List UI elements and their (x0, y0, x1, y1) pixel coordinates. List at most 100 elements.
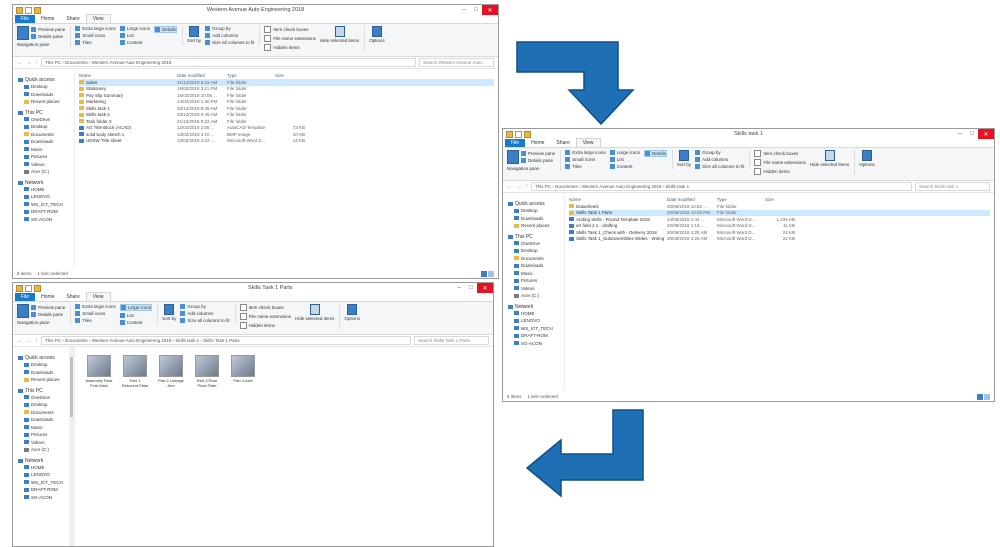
nav-item-network-pc[interactable]: HOME (18, 186, 74, 194)
nav-item-network-pc[interactable]: HOME (18, 464, 74, 472)
file-name-extensions-checkbox[interactable]: File name extensions (239, 313, 291, 320)
large-icons-option[interactable]: Large icons (119, 304, 153, 311)
tiles-option[interactable]: Tiles (75, 318, 116, 323)
nav-item-downloads-pc[interactable]: Downloads (18, 138, 74, 146)
column-header-type[interactable]: Type (717, 197, 765, 202)
nav-item-network-pc[interactable]: WS_ICT_TECH (508, 325, 564, 333)
new-folder-icon[interactable] (34, 284, 41, 292)
nav-item-network-pc[interactable]: DRAFT-ROM (508, 332, 564, 340)
back-arrow-icon[interactable]: ← (507, 184, 513, 190)
close-button[interactable]: ✕ (978, 129, 994, 139)
details-option[interactable]: Details (154, 26, 177, 33)
tiles-option[interactable]: Tiles (565, 164, 606, 169)
file-thumbnail[interactable]: Assembly Rear Fork Main (85, 355, 113, 388)
nav-item-music[interactable]: Music (18, 424, 74, 432)
navigation-pane-button[interactable]: Navigation pane (17, 320, 65, 325)
nav-item-network-pc[interactable]: LENOVO (508, 317, 564, 325)
tab-file[interactable]: File (505, 139, 526, 147)
sort-by-button[interactable]: Sort by (162, 316, 176, 321)
address-bar[interactable]: This PC › Documents › Western Avenue Aut… (531, 182, 912, 191)
details-pane-button[interactable]: Details pane (31, 34, 65, 39)
options-button[interactable]: Options (344, 316, 360, 321)
extra-large-icons-option[interactable]: Extra large icons (75, 304, 116, 309)
small-icons-option[interactable]: Small icons (75, 311, 116, 316)
nav-item-videos[interactable]: Videos (18, 161, 74, 169)
address-bar[interactable]: This PC › Documents › Western Avenue Aut… (41, 58, 416, 67)
nav-item-music[interactable]: Music (508, 270, 564, 278)
tab-share[interactable]: Share (60, 15, 85, 23)
nav-item-network-pc[interactable]: SG-ACON (508, 340, 564, 348)
hide-selected-icon[interactable] (824, 150, 835, 161)
hidden-items-checkbox[interactable]: Hidden items (754, 168, 806, 175)
properties-icon[interactable] (515, 130, 522, 138)
options-icon[interactable] (371, 26, 382, 37)
nav-item-onedrive[interactable]: OneDrive (18, 394, 74, 402)
extra-large-icons-option[interactable]: Extra large icons (565, 150, 606, 155)
details-pane-button[interactable]: Details pane (31, 312, 65, 317)
navigation-pane-icon[interactable] (17, 26, 29, 40)
hide-selected-button[interactable]: Hide selected items (295, 316, 334, 321)
navigation-pane-icon[interactable] (507, 150, 519, 164)
item-check-boxes-checkbox[interactable]: Item check boxes (264, 26, 316, 33)
details-view-icon[interactable] (481, 271, 487, 277)
sort-by-button[interactable]: Sort by (187, 38, 201, 43)
forward-arrow-icon[interactable]: → (516, 184, 522, 190)
new-folder-icon[interactable] (34, 6, 41, 14)
preview-pane-button[interactable]: Preview pane (31, 27, 65, 32)
nav-item-recent[interactable]: Recent places (18, 376, 74, 384)
options-button[interactable]: Options (369, 38, 385, 43)
tab-home[interactable]: Home (35, 293, 60, 301)
hide-selected-icon[interactable] (334, 26, 345, 37)
column-header-size[interactable]: Size (765, 197, 795, 202)
nav-item-drive-c[interactable]: Acer (C:) (18, 446, 74, 454)
nav-item-downloads[interactable]: Downloads (508, 215, 564, 223)
nav-item-pictures[interactable]: Pictures (18, 431, 74, 439)
list-option[interactable]: List (609, 157, 640, 162)
column-header-name[interactable]: Name (569, 197, 667, 202)
file-row[interactable]: Skills Task 1_Subassemblies Wides - Wiri… (569, 236, 990, 243)
size-columns-button[interactable]: Size all columns to fit (695, 164, 744, 169)
file-thumbnail[interactable]: Part 1 Rebound Plate (121, 355, 149, 388)
group-by-button[interactable]: Group by (695, 150, 744, 155)
add-columns-button[interactable]: Add columns (695, 157, 744, 162)
column-header-name[interactable]: Name (79, 73, 177, 78)
maximize-button[interactable]: □ (966, 129, 978, 139)
tab-home[interactable]: Home (525, 139, 550, 147)
file-name-extensions-checkbox[interactable]: File name extensions (264, 35, 316, 42)
title-bar[interactable]: Skills Task 1 Parts – □ ✕ (13, 283, 493, 293)
nav-item-videos[interactable]: Videos (18, 439, 74, 447)
forward-arrow-icon[interactable]: → (26, 60, 32, 66)
column-header-date[interactable]: Date modified (667, 197, 717, 202)
small-icons-option[interactable]: Small icons (75, 33, 116, 38)
nav-item-recent[interactable]: Recent places (508, 222, 564, 230)
tab-share[interactable]: Share (60, 293, 85, 301)
file-thumbnail[interactable]: Part 2 Linkage Arm (157, 355, 185, 388)
hide-selected-icon[interactable] (309, 304, 320, 315)
nav-item-pictures[interactable]: Pictures (18, 153, 74, 161)
size-columns-button[interactable]: Size all columns to fit (180, 318, 230, 323)
nav-item-network-pc[interactable]: HOME (508, 310, 564, 318)
details-view-icon[interactable] (977, 394, 983, 400)
preview-pane-button[interactable]: Preview pane (31, 305, 65, 310)
nav-scrollbar[interactable] (69, 347, 74, 546)
tab-file[interactable]: File (15, 15, 36, 23)
tab-view[interactable]: View (575, 138, 601, 147)
tab-view[interactable]: View (85, 292, 111, 301)
preview-pane-button[interactable]: Preview pane (521, 151, 555, 156)
list-option[interactable]: List (119, 313, 152, 318)
add-columns-button[interactable]: Add columns (205, 33, 254, 38)
up-arrow-icon[interactable]: ↑ (35, 60, 38, 66)
close-button[interactable]: ✕ (482, 5, 498, 15)
nav-item-network-pc[interactable]: SG-ACON (18, 216, 74, 224)
nav-item-onedrive[interactable]: OneDrive (18, 116, 74, 124)
small-icons-option[interactable]: Small icons (565, 157, 606, 162)
nav-item-desktop[interactable]: Desktop (508, 207, 564, 215)
properties-icon[interactable] (25, 6, 32, 14)
file-row[interactable]: UNSW Title sheet 13/02/2018 4:22 ... Micro… (79, 138, 494, 145)
size-columns-button[interactable]: Size all columns to fit (205, 40, 254, 45)
navigation-pane-button[interactable]: Navigation pane (507, 166, 555, 171)
nav-item-documents[interactable]: Documents (18, 131, 74, 139)
hidden-items-checkbox[interactable]: Hidden items (264, 44, 316, 51)
nav-item-network-pc[interactable]: SG-ACON (18, 494, 74, 502)
minimize-button[interactable]: – (458, 5, 470, 15)
